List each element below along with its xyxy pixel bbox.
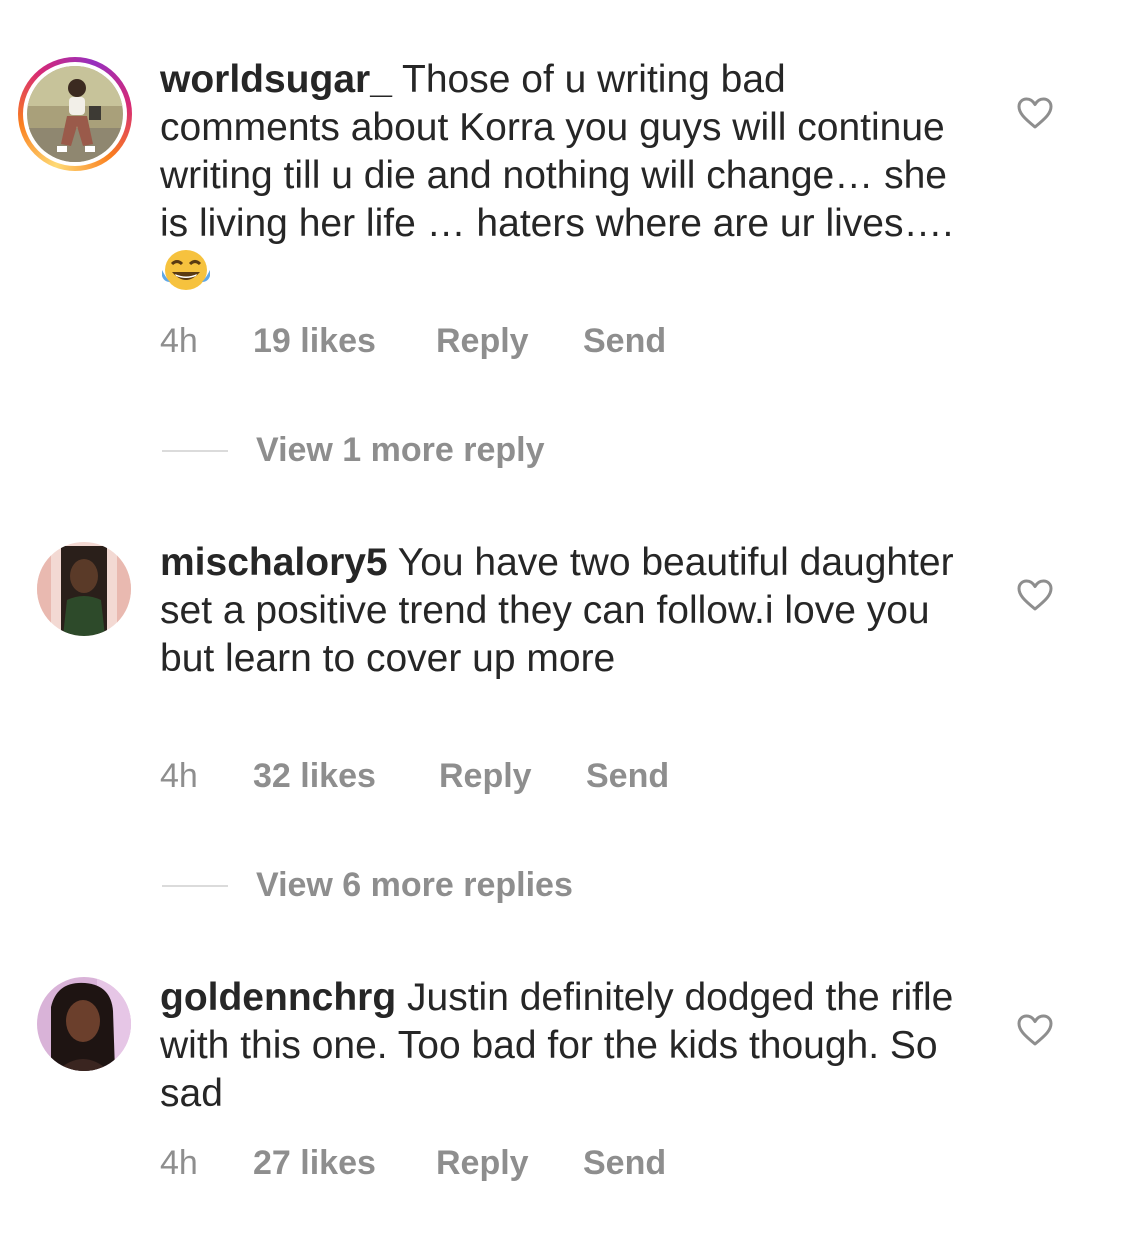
avatar[interactable] [27, 66, 123, 162]
comment-text-block: mischalory5 You have two beautiful daugh… [160, 539, 960, 683]
likes-count[interactable]: 19 likes [253, 322, 376, 361]
avatar[interactable] [37, 542, 131, 636]
heart-outline-icon[interactable] [1016, 1013, 1054, 1047]
divider-line [162, 885, 228, 887]
likes-count[interactable]: 32 likes [253, 757, 376, 796]
send-button[interactable]: Send [583, 1144, 666, 1183]
story-ring[interactable] [18, 57, 132, 171]
reply-button[interactable]: Reply [436, 322, 529, 361]
comment-text-block: goldennchrg Justin definitely dodged the… [160, 974, 960, 1118]
view-replies-label[interactable]: View 6 more replies [256, 866, 573, 905]
send-button[interactable]: Send [583, 322, 666, 361]
view-replies-label[interactable]: View 1 more reply [256, 431, 545, 470]
likes-count[interactable]: 27 likes [253, 1144, 376, 1183]
send-button[interactable]: Send [586, 757, 669, 796]
heart-outline-icon[interactable] [1016, 96, 1054, 130]
comment-username[interactable]: worldsugar_ [160, 58, 392, 101]
comment-username[interactable]: mischalory5 [160, 541, 388, 584]
comment-time: 4h [160, 1144, 198, 1182]
avatar[interactable] [37, 977, 131, 1071]
reply-button[interactable]: Reply [436, 1144, 529, 1183]
comment-username[interactable]: goldennchrg [160, 976, 396, 1019]
comment-text-block: worldsugar_ Those of u writing bad comme… [160, 56, 960, 296]
divider-line [162, 450, 228, 452]
face-with-tears-of-joy-icon [162, 250, 210, 290]
comment-time: 4h [160, 322, 198, 360]
heart-outline-icon[interactable] [1016, 578, 1054, 612]
comment-time: 4h [160, 757, 198, 795]
reply-button[interactable]: Reply [439, 757, 532, 796]
